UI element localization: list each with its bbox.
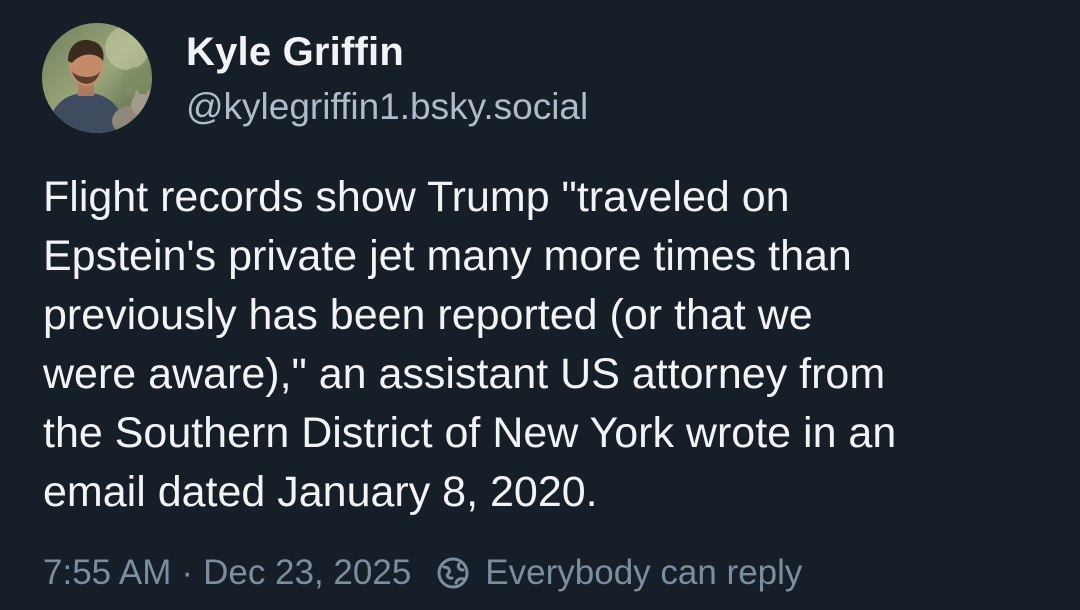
author-display-name[interactable]: Kyle Griffin xyxy=(186,30,404,75)
reply-setting[interactable]: Everybody can reply xyxy=(435,553,802,593)
avatar[interactable] xyxy=(42,23,152,133)
post-meta: 7:55 AM · Dec 23, 2025 Everybody can rep… xyxy=(43,551,802,595)
author-handle[interactable]: @kylegriffin1.bsky.social xyxy=(186,86,588,128)
reply-setting-label: Everybody can reply xyxy=(485,553,803,592)
post-card: Kyle Griffin @kylegriffin1.bsky.social F… xyxy=(0,0,1080,610)
globe-icon xyxy=(435,555,471,591)
post-text-line: the Southern District of New York wrote … xyxy=(43,409,897,457)
post-text-line: previously has been reported (or that we xyxy=(43,291,813,339)
post-text-line: Flight records show Trump "traveled on xyxy=(43,173,790,221)
meta-separator: · xyxy=(181,553,194,592)
post-text-line: Epstein's private jet many more times th… xyxy=(43,232,852,280)
post-text: Flight records show Trump "traveled on E… xyxy=(43,168,1053,522)
post-text-line: were aware)," an assistant US attorney f… xyxy=(43,350,886,398)
post-date[interactable]: Dec 23, 2025 xyxy=(203,553,411,593)
post-text-line: email dated January 8, 2020. xyxy=(43,468,598,516)
post-time[interactable]: 7:55 AM xyxy=(43,553,171,593)
avatar-photo xyxy=(42,23,152,133)
